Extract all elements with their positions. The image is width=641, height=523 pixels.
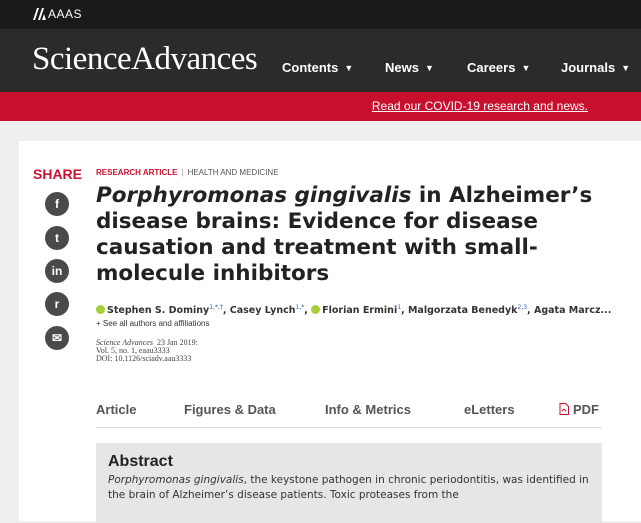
pdf-icon — [559, 402, 569, 417]
covid-banner: Read our COVID-19 research and news. — [0, 92, 641, 121]
author-name[interactable]: Florian Ermini — [322, 305, 397, 316]
nav-careers-label: Careers — [467, 60, 516, 75]
aaas-logo-icon — [33, 8, 46, 20]
author-affiliation: 2,3 — [517, 304, 528, 311]
abstract-text: Porphyromonas gingivalis, the keystone p… — [108, 473, 590, 503]
chevron-down-icon: ▼ — [521, 63, 531, 73]
orcid-icon[interactable] — [96, 305, 105, 314]
author-list: Stephen S. Dominy1,*,†, Casey Lynch1,*, … — [96, 304, 636, 316]
article-subject[interactable]: HEALTH AND MEDICINE — [188, 168, 279, 177]
tab-pdf[interactable]: PDF — [559, 402, 599, 417]
twitter-icon[interactable]: t — [45, 226, 69, 250]
nav-news[interactable]: News ▼ — [385, 60, 434, 75]
tab-eletters[interactable]: eLetters — [464, 402, 515, 417]
article-title: Porphyromonas gingivalis in Alzheimer’s … — [96, 183, 636, 287]
tab-article[interactable]: Article — [96, 402, 136, 417]
article-kicker: RESEARCH ARTICLE | HEALTH AND MEDICINE — [96, 168, 279, 177]
article-tabs: Article Figures & Data Info & Metrics eL… — [96, 390, 602, 428]
reddit-icon[interactable]: r — [45, 292, 69, 316]
author-name[interactable]: Agata Marcz... — [534, 305, 611, 316]
linkedin-icon[interactable]: in — [45, 259, 69, 283]
author-affiliation: 1,* — [295, 304, 305, 311]
top-bar: AAAS — [0, 0, 641, 29]
abstract-section: Abstract Porphyromonas gingivalis, the k… — [96, 443, 602, 523]
covid-banner-link[interactable]: Read our COVID-19 research and news. — [372, 99, 588, 113]
site-header: ScienceAdvances Contents ▼ News ▼ Careers ▼… — [0, 29, 641, 92]
nav-journals[interactable]: Journals ▼ — [561, 60, 630, 75]
chevron-down-icon: ▼ — [621, 63, 631, 73]
kicker-separator: | — [181, 168, 184, 177]
email-icon[interactable]: ✉ — [45, 326, 69, 350]
chevron-down-icon: ▼ — [424, 63, 434, 73]
author-affiliation: 1 — [397, 304, 402, 311]
citation-meta: Science Advances 23 Jan 2019: Vol. 5, no… — [96, 339, 198, 363]
share-label: SHARE — [33, 166, 83, 182]
see-all-authors-link[interactable]: + See all authors and affiliations — [96, 319, 209, 328]
author-name[interactable]: Casey Lynch — [230, 305, 296, 316]
aaas-logo-text: AAAS — [48, 7, 83, 21]
tab-pdf-label: PDF — [573, 402, 599, 417]
orcid-icon[interactable] — [311, 305, 321, 314]
tab-figures-data[interactable]: Figures & Data — [184, 402, 276, 417]
doi[interactable]: DOI: 10.1126/sciadv.aau3333 — [96, 355, 198, 363]
nav-contents[interactable]: Contents ▼ — [282, 60, 353, 75]
tab-info-metrics[interactable]: Info & Metrics — [325, 402, 411, 417]
article-type: RESEARCH ARTICLE — [96, 168, 178, 177]
chevron-down-icon: ▼ — [344, 63, 354, 73]
author-name[interactable]: Malgorzata Benedyk — [408, 305, 518, 316]
author-name[interactable]: Stephen S. Dominy — [107, 305, 209, 316]
author-affiliation: 1,*,† — [209, 304, 223, 311]
science-advances-logo[interactable]: ScienceAdvances — [32, 41, 258, 78]
abstract-heading: Abstract — [108, 453, 173, 470]
article-title-italic: Porphyromonas gingivalis — [96, 183, 412, 208]
facebook-icon[interactable]: f — [45, 192, 69, 216]
nav-journals-label: Journals — [561, 60, 616, 75]
aaas-logo[interactable]: AAAS — [33, 7, 82, 21]
nav-contents-label: Contents — [282, 60, 339, 75]
nav-careers[interactable]: Careers ▼ — [467, 60, 530, 75]
nav-news-label: News — [385, 60, 419, 75]
abstract-text-italic: Porphyromonas gingivalis — [108, 474, 244, 486]
